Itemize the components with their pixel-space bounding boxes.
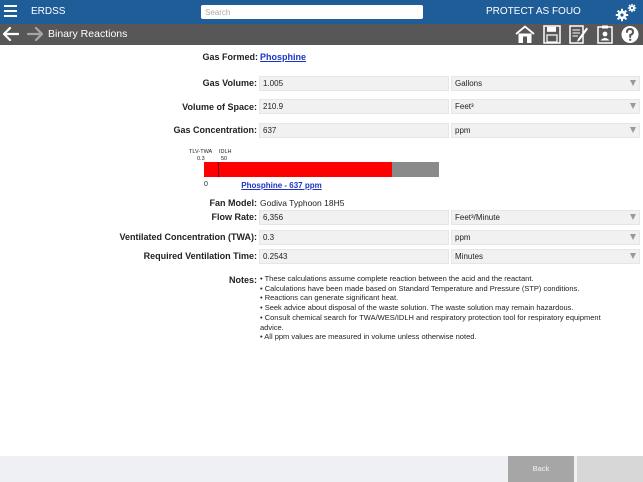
volume-space-label: Volume of Space: <box>182 102 257 112</box>
volume-space-unit-select[interactable]: Feet³ <box>451 99 640 114</box>
gas-formed-label: Gas Formed: <box>202 52 258 62</box>
gas-concentration-unit-select[interactable]: ppm <box>451 123 640 138</box>
gas-formed-link[interactable]: Phosphine <box>260 52 306 62</box>
volume-space-unit: Feet³ <box>455 102 474 111</box>
flow-rate-field[interactable]: 6,356 <box>259 210 449 225</box>
note-item: • Calculations have been made based on S… <box>260 283 580 293</box>
note-item: • All ppm values are measured in volume … <box>260 332 477 342</box>
ventilation-time-field[interactable]: 0.2543 <box>259 249 449 264</box>
app-root: ERDSS PROTECT AS FOUO <box>0 0 643 482</box>
ventilated-concentration-label: Ventilated Concentration (TWA): <box>119 232 257 242</box>
ventilation-time-unit-select[interactable]: Minutes <box>451 249 640 264</box>
note-item: • Consult chemical search for TWA/WES/ID… <box>260 312 601 332</box>
flow-rate-label: Flow Rate: <box>211 212 257 222</box>
exposure-bar-fill <box>204 162 392 177</box>
search-input[interactable] <box>201 5 423 19</box>
gas-concentration-field[interactable]: 637 <box>259 123 449 138</box>
chevron-down-icon <box>630 80 636 86</box>
ventilation-time-label: Required Ventilation Time: <box>143 251 257 261</box>
fan-model-value: Godiva Typhoon 18H5 <box>260 198 345 208</box>
notes-label: Notes: <box>228 275 257 285</box>
tlv-twa-label: TLV-TWA <box>189 149 213 155</box>
gas-concentration-label: Gas Concentration: <box>173 125 257 135</box>
gas-volume-unit-select[interactable]: Gallons <box>451 76 640 91</box>
next-button[interactable] <box>577 456 643 482</box>
ventilation-time-unit: Minutes <box>455 252 484 261</box>
note-item: • Seek advice about disposal of the wast… <box>260 303 574 313</box>
back-button[interactable]: Back <box>508 456 574 482</box>
chevron-down-icon <box>630 127 636 133</box>
idlh-marker <box>218 162 219 177</box>
gas-concentration-unit: ppm <box>455 126 471 135</box>
arrow-right-icon[interactable] <box>27 27 43 41</box>
flow-rate-unit: Feet³/Minute <box>455 213 500 222</box>
volume-space-field[interactable]: 210.9 <box>259 99 449 114</box>
idlh-label: IDLH <box>219 149 232 155</box>
top-header-bar: ERDSS PROTECT AS FOUO <box>0 0 643 24</box>
ventilated-concentration-field[interactable]: 0.3 <box>259 230 449 245</box>
fan-model-label: Fan Model: <box>209 198 258 208</box>
save-icon[interactable] <box>541 24 563 45</box>
page-title: Binary Reactions <box>48 28 128 40</box>
gears-icon[interactable] <box>614 2 638 22</box>
exposure-bar <box>204 162 439 177</box>
protect-label: PROTECT AS FOUO <box>486 6 581 17</box>
ventilated-concentration-unit: ppm <box>455 233 471 242</box>
gas-volume-field[interactable]: 1.005 <box>259 76 449 91</box>
ventilated-concentration-unit-select[interactable]: ppm <box>451 230 640 245</box>
arrow-left-icon[interactable] <box>3 27 19 41</box>
clipboard-icon[interactable] <box>594 24 616 45</box>
note-item: • These calculations assume complete rea… <box>260 274 534 283</box>
edit-icon[interactable] <box>567 24 589 45</box>
app-title: ERDSS <box>31 6 66 17</box>
navigation-bar: Binary Reactions <box>0 24 643 45</box>
chevron-down-icon <box>630 214 636 220</box>
chevron-down-icon <box>630 103 636 109</box>
help-icon[interactable] <box>619 24 641 45</box>
chevron-down-icon <box>630 234 636 240</box>
exposure-bar-caption-link[interactable]: Phosphine - 637 ppm <box>204 181 359 190</box>
note-item: • Reactions can generate significant hea… <box>260 293 399 303</box>
gas-volume-unit: Gallons <box>455 79 483 88</box>
chevron-down-icon <box>630 253 636 259</box>
hamburger-icon[interactable] <box>4 5 17 18</box>
notes-list: • These calculations assume complete rea… <box>260 274 620 342</box>
flow-rate-unit-select[interactable]: Feet³/Minute <box>451 210 640 225</box>
gas-volume-label: Gas Volume: <box>202 78 257 88</box>
home-icon[interactable] <box>514 24 536 45</box>
